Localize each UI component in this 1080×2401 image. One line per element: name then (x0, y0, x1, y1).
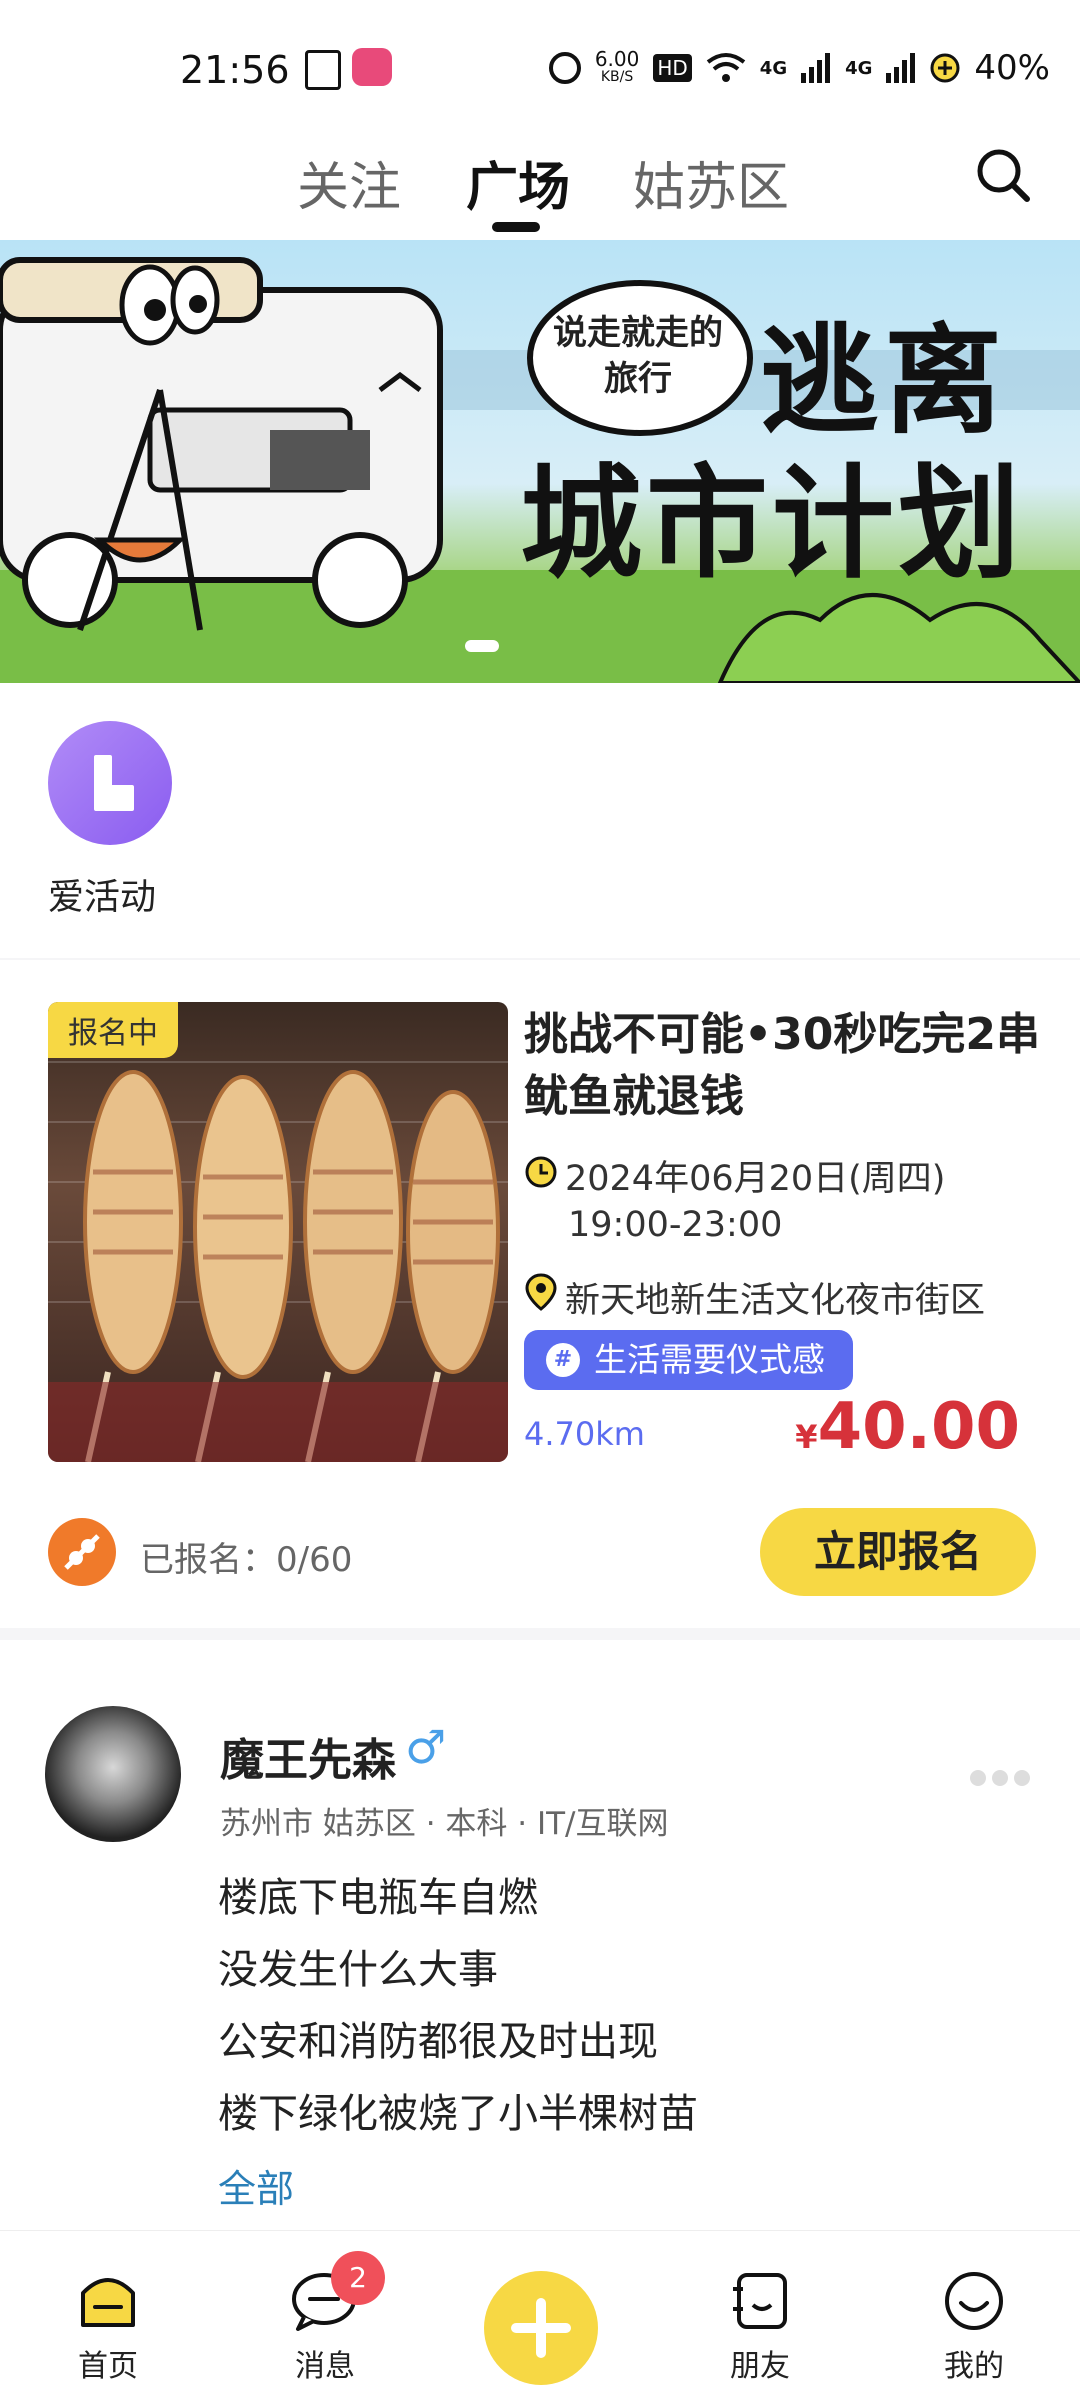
post-content: 楼底下电瓶车自燃 没发生什么大事 公安和消防都很及时出现 楼下绿化被烧了小半棵树… (218, 1862, 698, 2150)
bottom-nav: 首页 消息 2 朋友 我的 (0, 2230, 1080, 2401)
event-date: 2024年06月20日(周四) (565, 1159, 946, 1199)
event-title[interactable]: 挑战不可能•30秒吃完2串鱿鱼就退钱 (524, 1004, 1044, 1128)
post-line: 没发生什么大事 (218, 1947, 498, 1993)
nav-messages-label: 消息 (295, 2349, 355, 2384)
search-icon[interactable] (975, 147, 1031, 203)
nav-home-label: 首页 (78, 2349, 138, 2384)
activity-entry-icon[interactable] (48, 721, 172, 845)
net-speed-value: 6.00 (594, 47, 640, 71)
signal-bars-icon-2 (886, 53, 916, 83)
nav-friends[interactable]: 朋友 (700, 2271, 820, 2385)
nav-home[interactable]: 首页 (48, 2271, 168, 2385)
signal-4g-icon-2: 4G (845, 57, 873, 79)
gender-male-icon: ♂ (405, 1720, 447, 1774)
signal-4g-icon: 4G (759, 57, 788, 79)
post-username[interactable]: 魔王先森 (220, 1724, 396, 1788)
event-distance: 4.70km (524, 1415, 645, 1453)
event-price: ¥40.00 (795, 1390, 1020, 1464)
post-line: 楼下绿化被烧了小半棵树苗 (218, 2091, 698, 2137)
signal-bars-icon (801, 53, 831, 83)
activity-entry-label[interactable]: 爱活动 (48, 868, 156, 920)
event-image: 报名中 (48, 1002, 508, 1462)
event-tag[interactable]: # 生活需要仪式感 (524, 1330, 853, 1390)
contacts-book-icon (733, 2273, 787, 2329)
app-notification-icon (305, 50, 341, 90)
tab-gusu-district[interactable]: 姑苏区 (633, 145, 789, 220)
battery-percent: 40% (974, 48, 1050, 88)
active-tab-indicator (492, 222, 540, 232)
nav-mine-label: 我的 (944, 2349, 1004, 2384)
top-nav: 关注 广场 姑苏区 (0, 125, 1080, 240)
event-status-badge: 报名中 (48, 1002, 178, 1058)
status-right: 6.00 KB/S HD 4G 4G 40% (548, 47, 1050, 88)
net-speed: 6.00 KB/S (594, 47, 640, 86)
activity-shortcuts: 爱活动 (0, 683, 1080, 958)
tab-follow[interactable]: 关注 (297, 145, 401, 220)
home-icon (81, 2278, 135, 2327)
feed-post[interactable]: 魔王先森 ♂ 苏州市 姑苏区 · 本科 · IT/互联网 楼底下电瓶车自燃 没发… (0, 1640, 1080, 2252)
skewer-icon (64, 1534, 100, 1570)
more-options-icon[interactable] (970, 1770, 1030, 1790)
create-post-button[interactable] (484, 2271, 598, 2385)
nav-mine[interactable]: 我的 (914, 2271, 1034, 2385)
price-value: 40.00 (817, 1390, 1020, 1464)
location-pin-icon (525, 1273, 557, 1311)
unread-badge: 2 (331, 2251, 385, 2305)
smiley-face-icon (945, 2272, 1003, 2330)
banner-bubble-text: 说走就走的旅行 (553, 313, 723, 399)
net-speed-unit: KB/S (600, 69, 634, 85)
organizer-avatar[interactable] (48, 1518, 116, 1586)
nav-friends-label: 朋友 (730, 2349, 790, 2384)
status-time: 21:56 (180, 48, 290, 92)
plus-icon (511, 2298, 571, 2358)
hd-icon: HD (653, 54, 692, 82)
signup-button[interactable]: 立即报名 (760, 1508, 1036, 1596)
event-card[interactable]: 报名中 挑战不可能•30秒吃完2串鱿鱼就退钱 2024年06月20日(周四) 1… (0, 960, 1080, 1628)
clock-icon (525, 1156, 557, 1188)
user-avatar[interactable] (45, 1706, 181, 1842)
nav-messages[interactable]: 消息 2 (265, 2251, 385, 2385)
post-meta: 苏州市 姑苏区 · 本科 · IT/互联网 (220, 1806, 669, 1842)
tab-square[interactable]: 广场 (466, 145, 570, 220)
banner-page-indicator (465, 640, 499, 652)
banner-title-line2: 城市计划 (520, 453, 1024, 595)
event-tag-label: 生活需要仪式感 (594, 1340, 825, 1379)
boot-icon (94, 755, 134, 811)
status-bar: 21:56 6.00 KB/S HD 4G 4G 40% (0, 0, 1080, 125)
battery-saver-icon (930, 53, 960, 83)
post-line: 公安和消防都很及时出现 (218, 2019, 658, 2065)
alarm-icon (548, 52, 581, 84)
signup-count: 已报名：0/60 (140, 1540, 353, 1580)
expand-post-link[interactable]: 全部 (218, 2158, 294, 2213)
wifi-icon (706, 53, 746, 82)
post-line: 楼底下电瓶车自燃 (218, 1875, 538, 1921)
price-currency: ¥ (795, 1418, 818, 1456)
event-location: 新天地新生活文化夜市街区 (565, 1281, 986, 1321)
app-notification-icon-2 (352, 48, 392, 86)
squid-skewers-image (48, 1061, 508, 1462)
event-time: 19:00-23:00 (568, 1205, 783, 1245)
promo-banner[interactable]: 说走就走的旅行 逃离 城市计划 (0, 240, 1080, 683)
hashtag-icon: # (546, 1343, 580, 1377)
